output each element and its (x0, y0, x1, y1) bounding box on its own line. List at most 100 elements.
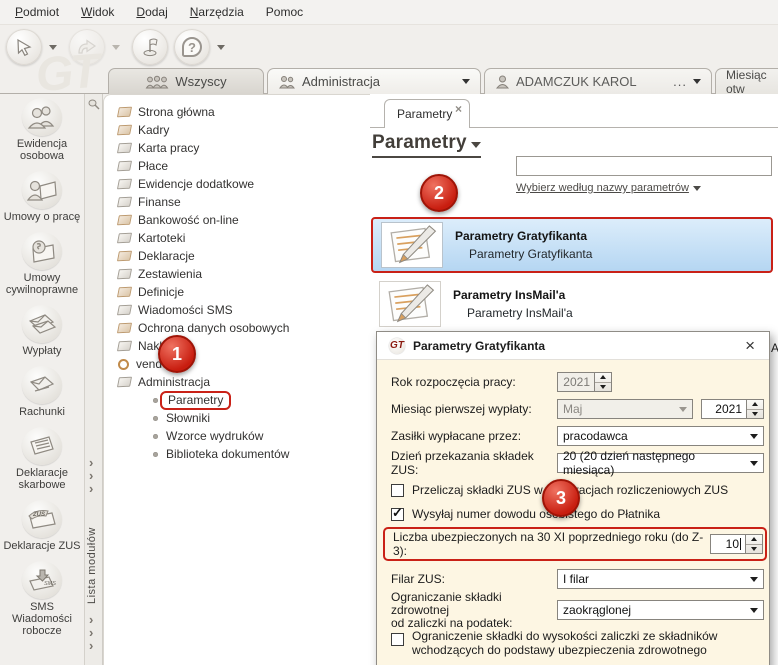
pin-icon[interactable] (87, 98, 100, 111)
tab-administracja-dropdown-caret[interactable] (462, 79, 470, 84)
wysylaj-checkbox[interactable]: ✓ (391, 505, 404, 521)
tree-item-kartoteki[interactable]: Kartoteki (116, 229, 370, 247)
liczba-value-field[interactable]: 10 (710, 534, 746, 554)
miesiac-rok-field[interactable]: 2021 (701, 399, 747, 419)
tab-user-more[interactable]: ... (673, 74, 687, 89)
ograniczanie-dropdown[interactable]: zaokrąglonej (557, 600, 764, 620)
tree-item-wiadomosci-sms[interactable]: Wiadomości SMS (116, 301, 370, 319)
text-cursor (740, 538, 741, 550)
menu-widok[interactable]: Widok (70, 2, 125, 22)
tree-subitem-slowniki[interactable]: Słowniki (118, 409, 370, 427)
module-rachunki[interactable]: Rachunki (0, 362, 85, 423)
tab-parametry[interactable]: Parametry × (384, 99, 470, 128)
flag-button[interactable] (132, 29, 168, 65)
miesiac-rok-spinner[interactable] (747, 399, 764, 419)
person-document-icon (22, 171, 62, 209)
chevron-icon[interactable]: › (89, 639, 99, 652)
step-badge-2: 2 (420, 174, 458, 212)
filar-dropdown[interactable]: I filar (557, 569, 764, 589)
heading-dropdown-caret (470, 142, 481, 148)
envelope-icon (22, 366, 62, 404)
filter-by-name-link[interactable]: Wybierz według nazwy parametrów (516, 182, 701, 194)
tree-subitem-wzorce-wydrukow[interactable]: Wzorce wydruków (118, 427, 370, 445)
tree-item-naklejki[interactable]: Naklejki (116, 337, 370, 355)
row-zasilki: Zasiłki wypłacane przez: pracodawca (391, 426, 764, 446)
tree-item-zestawienia[interactable]: Zestawienia (116, 265, 370, 283)
liczba-spinner[interactable] (746, 534, 763, 554)
tree-item-bankowosc[interactable]: Bankowość on-line (116, 211, 370, 229)
svg-text:ZUS: ZUS (32, 512, 45, 518)
tree-item-strona-glowna[interactable]: Strona główna (116, 103, 370, 121)
tab-user-dropdown-caret[interactable] (693, 79, 701, 84)
people-pair-icon (278, 75, 296, 89)
tree-item-place[interactable]: Płace (116, 157, 370, 175)
tab-user-label: ADAMCZUK KAROL (516, 74, 637, 89)
envelopes-icon (22, 305, 62, 343)
zasilki-dropdown[interactable]: pracodawca (557, 426, 764, 446)
module-sms-wiadomosci[interactable]: SMS SMS Wiadomości robocze (0, 557, 85, 642)
gt-logo-icon: GT (389, 337, 405, 354)
list-item-title: Parametry InsMail'a (453, 288, 566, 302)
tab-user[interactable]: ADAMCZUK KAROL ... (484, 68, 712, 94)
tree-item-ewidencje-dodatkowe[interactable]: Ewidencje dodatkowe (116, 175, 370, 193)
module-sidebar: Ewidencja osobowa Umowy o pracę Umowy cy… (0, 94, 85, 665)
tree-item-kadry[interactable]: Kadry (116, 121, 370, 139)
parametry-highlighted-label: Parametry (160, 390, 232, 410)
rok-value-field: 2021 (557, 372, 595, 392)
filter-dropdown-caret (692, 185, 701, 191)
help-button[interactable]: ? (174, 29, 210, 65)
tab-close-icon[interactable]: × (455, 102, 462, 116)
payroll-sheets-icon (116, 160, 133, 172)
occluded-text-fragment: A (771, 341, 778, 355)
flag-icon (140, 37, 160, 57)
gratyfikant-gt-window: Podmiot Widok Dodaj Narzędzia Pomoc ? GT… (0, 0, 778, 665)
list-item-title: Parametry Gratyfikanta (455, 229, 588, 243)
menu-dodaj[interactable]: Dodaj (125, 2, 178, 22)
row-filar-zus: Filar ZUS: I filar (391, 569, 764, 589)
menu-podmiot[interactable]: Podmiot (4, 2, 70, 22)
tab-wszyscy[interactable]: Wszyscy (108, 68, 264, 94)
module-panel-vertical-label[interactable]: Lista modułów (86, 494, 98, 604)
tree-item-deklaracje[interactable]: Deklaracje (116, 247, 370, 265)
list-item-parametry-gratyfikanta[interactable]: Parametry Gratyfikanta Parametry Gratyfi… (371, 217, 773, 273)
tree-item-vendero[interactable]: vendero (118, 355, 370, 373)
clock-card-icon (116, 142, 133, 154)
tree-subitem-biblioteka-dokumentow[interactable]: Biblioteka dokumentów (118, 445, 370, 463)
tab-administracja-label: Administracja (302, 74, 381, 89)
list-item-parametry-insmaila[interactable]: Parametry InsMail'a Parametry InsMail'a (371, 276, 773, 332)
help-dropdown-caret[interactable] (217, 44, 225, 50)
tree-item-administracja[interactable]: Administracja (116, 373, 370, 391)
przeliczaj-checkbox[interactable] (391, 484, 404, 497)
dzien-dropdown[interactable]: 20 (20 dzień następnego miesiąca) (557, 449, 764, 477)
tab-administracja[interactable]: Administracja (267, 68, 481, 94)
menu-narzedzia[interactable]: Narzędzia (179, 2, 255, 22)
module-umowy-cywilnoprawne[interactable]: Umowy cywilnoprawne (0, 228, 85, 301)
module-umowy-o-prace[interactable]: Umowy o pracę (0, 167, 85, 228)
declarations-icon (116, 250, 133, 262)
tree-item-karta-pracy[interactable]: Karta pracy (116, 139, 370, 157)
step-badge-1: 1 (158, 335, 196, 373)
module-label: Wypłaty (22, 345, 62, 357)
tree-item-ochrona-danych[interactable]: Ochrona danych osobowych (116, 319, 370, 337)
rok-spinner[interactable] (595, 372, 612, 392)
dialog-title-bar[interactable]: GT Parametry Gratyfikanta × (377, 332, 769, 360)
bullet-icon (153, 451, 158, 457)
ograniczenie-checkbox[interactable] (391, 633, 404, 646)
module-wyplaty[interactable]: Wypłaty (0, 301, 85, 362)
module-ewidencja-osobowa[interactable]: Ewidencja osobowa (0, 94, 85, 167)
bullet-icon (153, 397, 158, 403)
zus-document-icon: ZUS (22, 500, 62, 538)
module-panel-strip: › › › Lista modułów › › › (85, 94, 103, 665)
tab-month[interactable]: Miesiąc otw (715, 68, 778, 96)
module-deklaracje-skarbowe[interactable]: Deklaracje skarbowe (0, 423, 85, 496)
dialog-close-icon[interactable]: × (739, 337, 761, 354)
menu-pomoc[interactable]: Pomoc (255, 2, 314, 22)
tree-subitem-parametry[interactable]: Parametry (118, 390, 370, 410)
tree-item-finanse[interactable]: Finanse (116, 193, 370, 211)
person-icon (116, 124, 133, 136)
tree-item-definicje[interactable]: Definicje (116, 283, 370, 301)
search-input[interactable] (516, 156, 772, 176)
page-title[interactable]: Parametry (372, 132, 481, 158)
module-deklaracje-zus[interactable]: ZUS Deklaracje ZUS (0, 496, 85, 557)
bullet-icon (153, 415, 158, 421)
